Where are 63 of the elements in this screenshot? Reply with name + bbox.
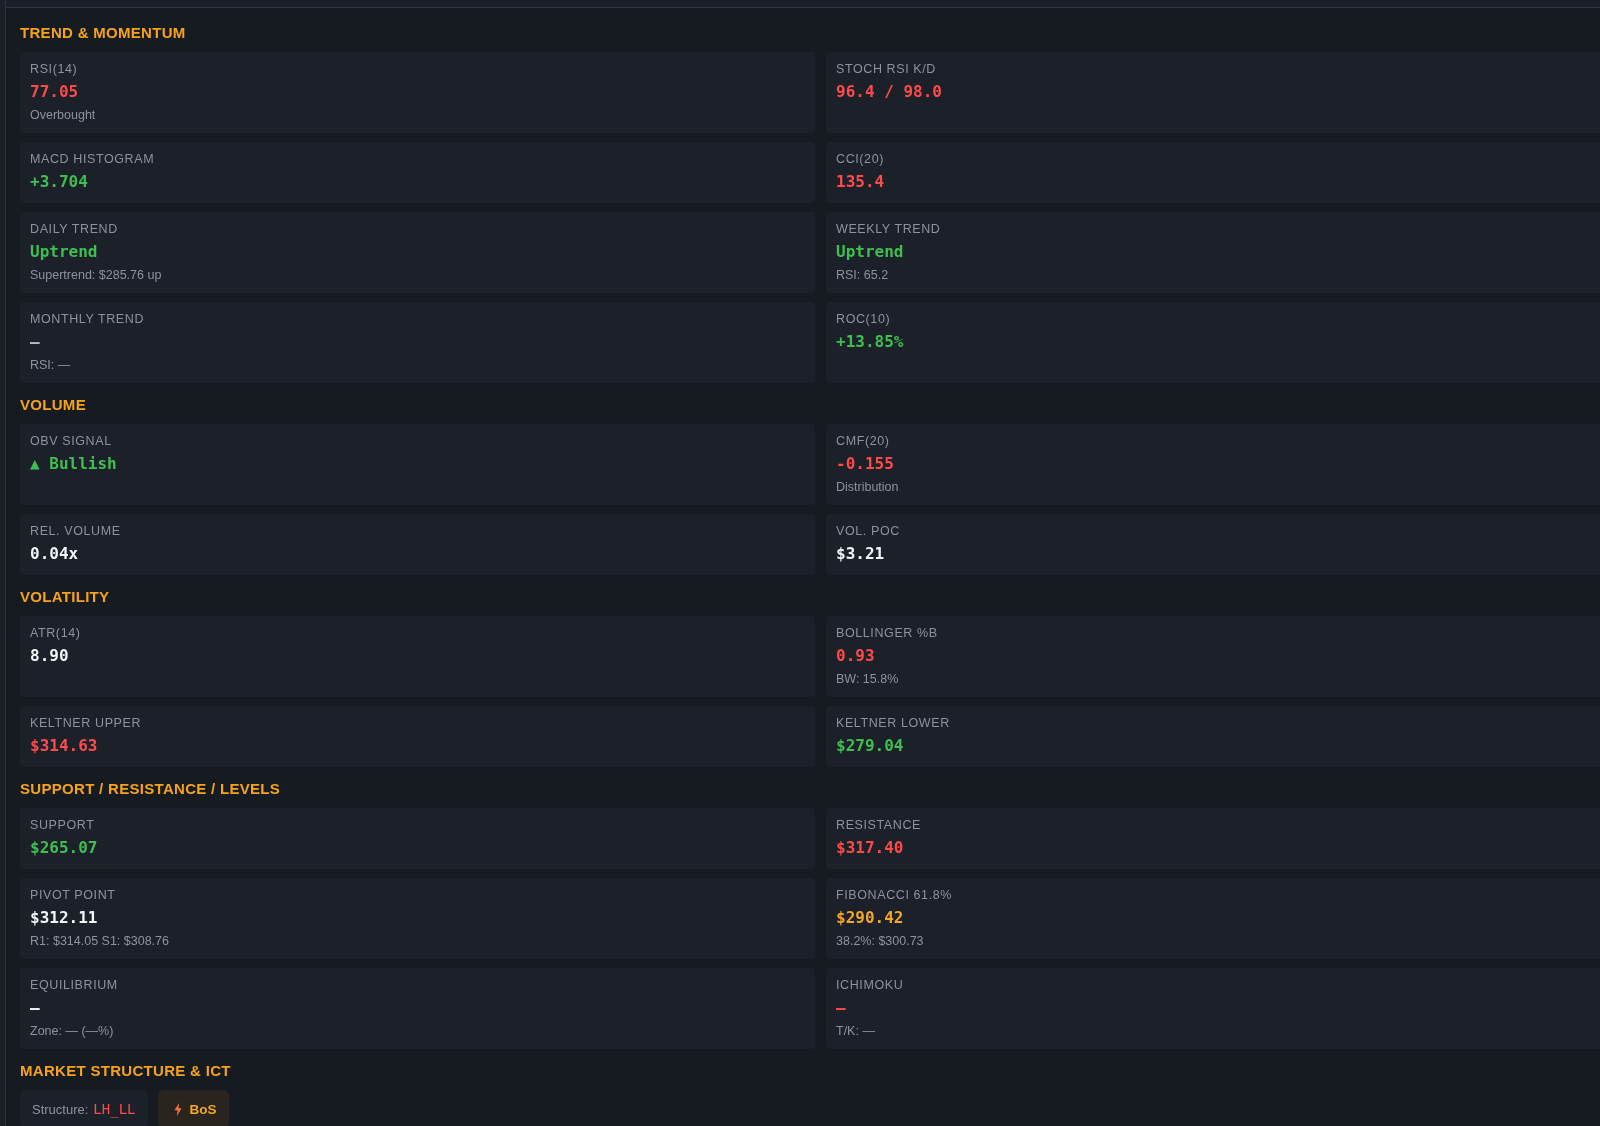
indicator-label: RESISTANCE: [836, 818, 922, 832]
section-title: TREND & MOMENTUM: [20, 23, 187, 43]
signal-label: BoS: [189, 1101, 217, 1117]
indicator-label: OBV SIGNAL: [30, 434, 113, 448]
indicator-value: ▲ Bullish: [30, 453, 118, 475]
indicator-label: PIVOT POINT: [30, 888, 117, 902]
indicator-label: MONTHLY TREND: [30, 312, 146, 326]
indicator-label: FIBONACCI 61.8%: [836, 888, 953, 902]
indicator-note: R1: $314.05 S1: $308.76: [30, 933, 170, 949]
indicator-value: $279.04: [836, 735, 905, 757]
indicator-value: Uptrend: [836, 241, 905, 263]
indicator-value: 0.93: [836, 645, 876, 667]
indicator-value: $265.07: [30, 837, 99, 859]
lightning-icon: [173, 1102, 182, 1116]
indicator-label: KELTNER UPPER: [30, 716, 143, 730]
indicator-note: 38.2%: $300.73: [836, 933, 925, 949]
indicator-note: Overbought: [30, 107, 97, 123]
indicator-label: WEEKLY TREND: [836, 222, 942, 236]
section-title: VOLUME: [20, 395, 87, 415]
indicator-note: Distribution: [836, 479, 900, 495]
indicator-label: ROC(10): [836, 312, 892, 326]
indicator-value: 135.4: [836, 171, 886, 193]
indicator-label: STOCH RSI K/D: [836, 62, 937, 76]
section-title: VOLATILITY: [20, 587, 111, 607]
section-title: MARKET STRUCTURE & ICT: [20, 1061, 232, 1081]
indicator-value: Uptrend: [30, 241, 99, 263]
structure-value: LH_LL: [93, 1101, 136, 1117]
indicator-label: RSI(14): [30, 62, 79, 76]
indicator-value: $314.63: [30, 735, 99, 757]
indicator-value: 8.90: [30, 645, 70, 667]
indicator-note: Zone: — (—%): [30, 1023, 115, 1039]
indicator-label: CCI(20): [836, 152, 885, 166]
indicator-value: 0.04x: [30, 543, 80, 565]
indicator-label: ATR(14): [30, 626, 82, 640]
indicator-note: RSI: —: [30, 357, 72, 373]
indicator-value: $3.21: [836, 543, 886, 565]
indicator-value: —: [30, 997, 41, 1019]
indicator-value: +13.85%: [836, 331, 905, 353]
indicator-value: -0.155: [836, 453, 895, 475]
indicator-value: +3.704: [30, 171, 89, 193]
indicator-label: KELTNER LOWER: [836, 716, 951, 730]
indicator-value: —: [836, 997, 847, 1019]
indicator-label: DAILY TREND: [30, 222, 119, 236]
indicator-value: $317.40: [836, 837, 905, 859]
indicator-note: Supertrend: $285.76 up: [30, 267, 163, 283]
indicator-label: SUPPORT: [30, 818, 96, 832]
indicator-label: EQUILIBRIUM: [30, 978, 119, 992]
structure-label: Structure:: [32, 1101, 89, 1117]
indicator-value: $290.42: [836, 907, 905, 929]
indicator-label: CMF(20): [836, 434, 891, 448]
indicator-value: 96.4 / 98.0: [836, 81, 943, 103]
section-title: SUPPORT / RESISTANCE / LEVELS: [20, 779, 282, 799]
indicator-label: VOL. POC: [836, 524, 901, 538]
indicator-value: 77.05: [30, 81, 80, 103]
indicator-value: $312.11: [30, 907, 99, 929]
indicator-label: MACD HISTOGRAM: [30, 152, 156, 166]
indicator-label: ICHIMOKU: [836, 978, 905, 992]
indicator-note: RSI: 65.2: [836, 267, 890, 283]
indicator-note: T/K: —: [836, 1023, 876, 1039]
indicator-value: —: [30, 331, 41, 353]
indicator-label: REL. VOLUME: [30, 524, 122, 538]
indicator-note: BW: 15.8%: [836, 671, 900, 687]
indicator-label: BOLLINGER %B: [836, 626, 939, 640]
